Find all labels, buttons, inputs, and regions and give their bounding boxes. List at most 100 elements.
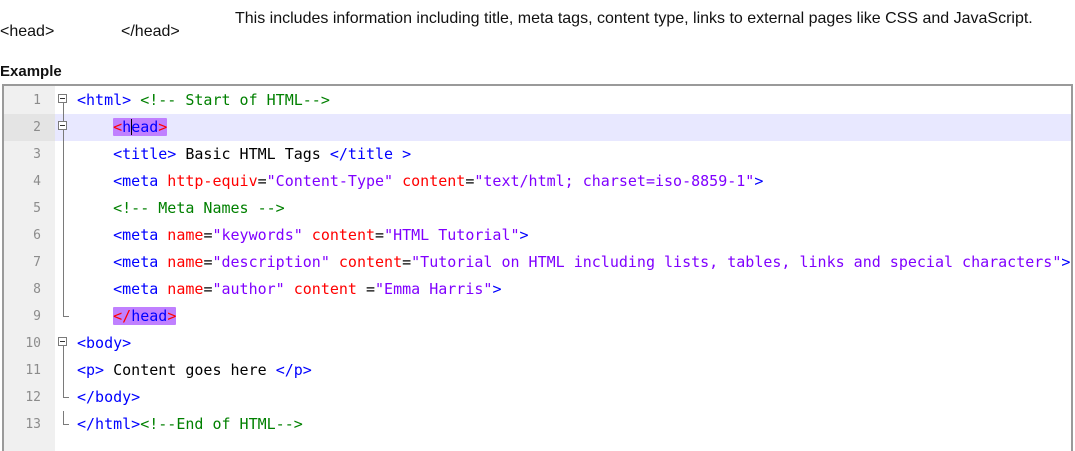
code-token: content — [393, 172, 466, 190]
fold-toggle-icon[interactable] — [55, 330, 73, 357]
code-token: </body> — [77, 388, 141, 406]
code-token: "description" — [212, 253, 330, 271]
code-line[interactable]: 10 <body> — [4, 330, 1071, 357]
code-token: Basic HTML Tags — [176, 145, 330, 163]
code-text[interactable]: <!-- Meta Names --> — [77, 195, 285, 222]
code-line[interactable]: 5 <!-- Meta Names --> — [4, 195, 1071, 222]
code-line[interactable]: 12 </body> — [4, 384, 1071, 411]
fold-guide-line — [55, 249, 73, 276]
line-number: 4 — [33, 174, 41, 189]
code-text[interactable]: <head> — [77, 114, 168, 141]
matched-tag-highlight: <head> — [113, 118, 168, 136]
code-token: = — [375, 226, 385, 244]
code-line[interactable]: 7 <meta name="description" content="Tuto… — [4, 249, 1071, 276]
code-token: </p> — [275, 361, 312, 379]
fold-guide-line — [55, 276, 73, 303]
line-number: 2 — [4, 114, 55, 141]
fold-guide-line — [55, 222, 73, 249]
code-token: > — [519, 226, 529, 244]
code-text[interactable]: </head> — [77, 303, 177, 330]
code-token: <meta — [113, 226, 159, 244]
code-text[interactable]: <title> Basic HTML Tags </title > — [77, 141, 411, 168]
code-token: <html> — [77, 91, 132, 109]
fold-end-marker — [55, 303, 73, 330]
code-line[interactable]: 2 <head> — [4, 114, 1071, 141]
code-text[interactable]: <meta name="keywords" content="HTML Tuto… — [77, 222, 529, 249]
code-token: <meta — [113, 172, 159, 190]
matched-tag-highlight: </head> — [113, 307, 177, 325]
code-text[interactable]: </html><!--End of HTML--> — [77, 411, 303, 438]
code-token: = — [366, 280, 376, 298]
fold-end-marker — [55, 384, 73, 411]
code-text[interactable]: </body> — [77, 384, 140, 411]
code-token: "keywords" — [212, 226, 303, 244]
code-editor[interactable]: 1 <html> <!-- Start of HTML--> 2 <head> 3 <… — [2, 84, 1073, 451]
code-token: "Emma Harris" — [375, 280, 493, 298]
line-number: 1 — [33, 93, 41, 108]
code-token: "HTML Tutorial" — [384, 226, 520, 244]
code-token: <!--End of HTML--> — [140, 415, 303, 433]
line-number: 10 — [25, 336, 41, 351]
code-token: <meta — [113, 253, 159, 271]
code-token: <!-- Meta Names --> — [113, 199, 285, 217]
definition-row: <head> </head> This includes information… — [0, 8, 1075, 60]
code-token: Content goes here — [104, 361, 276, 379]
fold-end-marker — [55, 411, 73, 438]
code-text[interactable]: <meta name="description" content="Tutori… — [77, 249, 1070, 276]
code-text[interactable]: <body> — [77, 330, 131, 357]
line-number: 11 — [25, 363, 41, 378]
code-text[interactable]: <meta name="author" content ="Emma Harri… — [77, 276, 501, 303]
code-token: "Content-Type" — [266, 172, 394, 190]
line-number: 5 — [33, 201, 41, 216]
line-number: 7 — [33, 255, 41, 270]
code-token: "Tutorial on HTML including lists, table… — [411, 253, 1062, 271]
code-token: <title> — [113, 145, 177, 163]
code-line[interactable]: 3 <title> Basic HTML Tags </title > — [4, 141, 1071, 168]
code-token: > — [492, 280, 502, 298]
code-token: "author" — [212, 280, 285, 298]
code-token: content — [329, 253, 403, 271]
code-token: <body> — [77, 334, 132, 352]
text-cursor — [131, 119, 133, 135]
code-text[interactable]: <html> <!-- Start of HTML--> — [77, 87, 330, 114]
code-token: <!-- Start of HTML--> — [131, 91, 330, 109]
code-token: = — [402, 253, 412, 271]
line-number: 8 — [33, 282, 41, 297]
fold-guide-line — [55, 141, 73, 168]
line-number: 13 — [25, 417, 41, 432]
code-token: name — [158, 226, 204, 244]
code-line[interactable]: 4 <meta http-equiv="Content-Type" conten… — [4, 168, 1071, 195]
code-line[interactable]: 6 <meta name="keywords" content="HTML Tu… — [4, 222, 1071, 249]
fold-guide-line — [55, 195, 73, 222]
code-text[interactable]: <meta http-equiv="Content-Type" content=… — [77, 168, 763, 195]
code-text[interactable]: <p> Content goes here </p> — [77, 357, 312, 384]
line-number: 12 — [25, 390, 41, 405]
code-token: "text/html; charset=iso-8859-1" — [474, 172, 755, 190]
code-token: content — [284, 280, 366, 298]
fold-guide-line — [55, 357, 73, 384]
fold-toggle-icon[interactable] — [55, 87, 73, 114]
code-token: content — [302, 226, 376, 244]
code-line[interactable]: 13 </html><!--End of HTML--> — [4, 411, 1071, 438]
code-token: = — [257, 172, 267, 190]
fold-toggle-icon[interactable] — [55, 114, 73, 141]
line-number: 3 — [33, 147, 41, 162]
code-token: > — [754, 172, 764, 190]
code-line[interactable]: 9 </head> — [4, 303, 1071, 330]
code-line[interactable]: 11 <p> Content goes here </p> — [4, 357, 1071, 384]
fold-guide-line — [55, 168, 73, 195]
code-line[interactable]: 8 <meta name="author" content ="Emma Har… — [4, 276, 1071, 303]
code-token: <meta — [113, 280, 159, 298]
code-token: name — [158, 253, 204, 271]
code-line[interactable]: 1 <html> <!-- Start of HTML--> — [4, 87, 1071, 114]
code-token: http-equiv — [158, 172, 258, 190]
code-token: name — [158, 280, 204, 298]
line-number: 6 — [33, 228, 41, 243]
open-tag-label: <head> — [0, 23, 55, 40]
example-heading: Example — [0, 63, 62, 80]
code-token: </html> — [77, 415, 141, 433]
